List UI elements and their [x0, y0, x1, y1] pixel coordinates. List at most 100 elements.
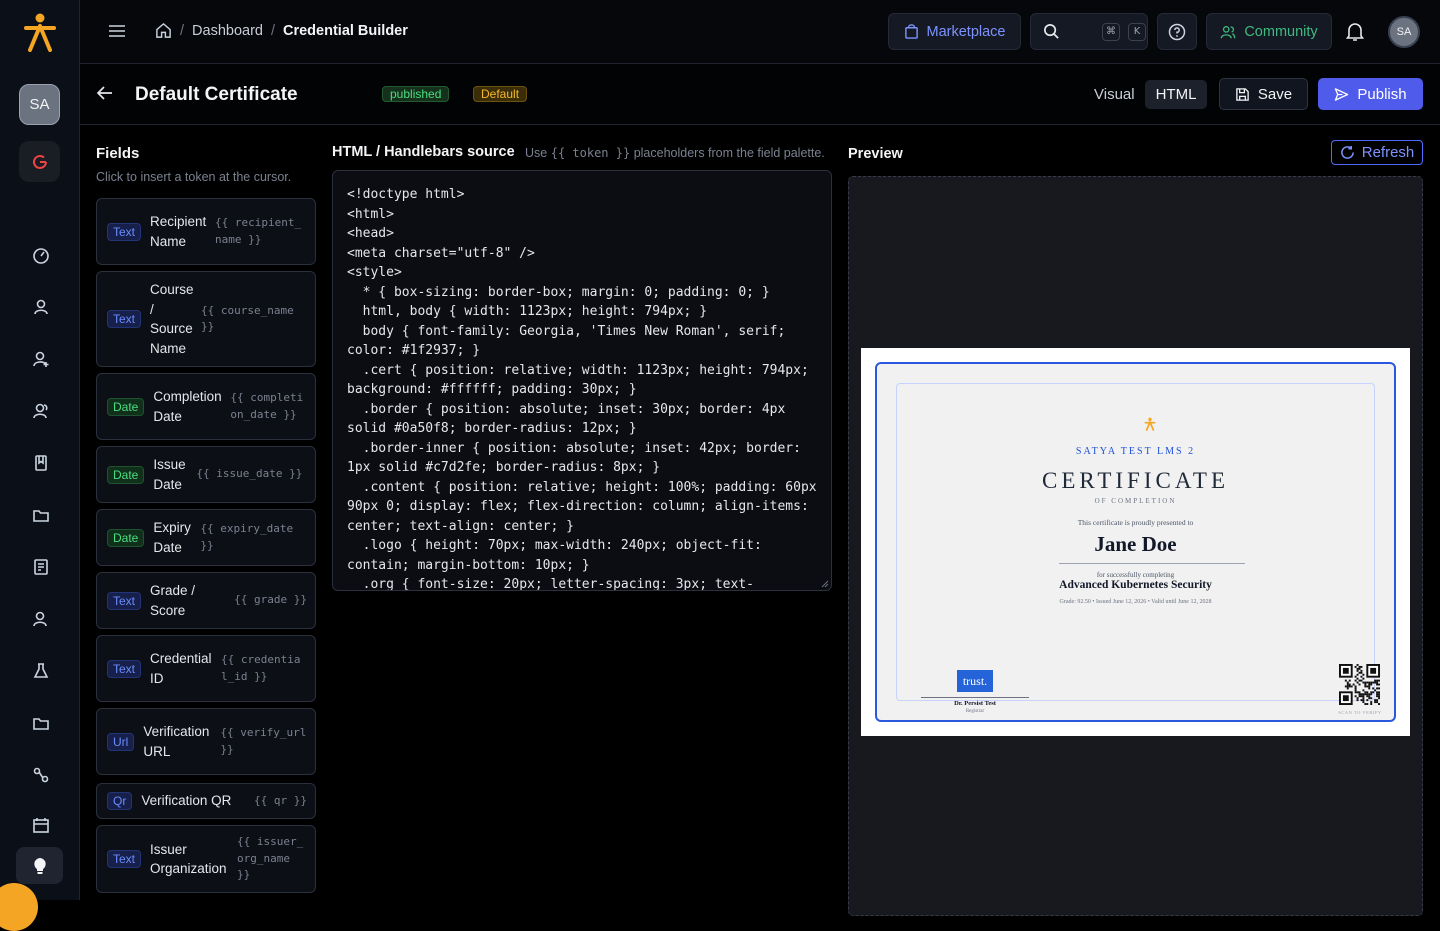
- top-bar: / Dashboard / Credential Builder Marketp…: [80, 0, 1440, 64]
- certificate-for-text: for successfully completing: [1096, 571, 1175, 579]
- community-icon: [1220, 25, 1236, 38]
- field-token: {{ issuer_org_name }}: [237, 835, 304, 882]
- page-header: Default Certificate published Default Vi…: [80, 64, 1440, 125]
- shopping-bag-icon: [904, 24, 918, 39]
- bell-icon[interactable]: [1346, 22, 1364, 42]
- flask-icon[interactable]: [30, 660, 52, 682]
- source-code[interactable]: <!doctype html> <html> <head> <meta char…: [347, 185, 817, 590]
- fields-title: Fields: [96, 145, 140, 162]
- field-item[interactable]: Date Expiry Date {{ expiry_date }}: [96, 509, 316, 566]
- field-item[interactable]: Url Verification URL {{ verify_url }}: [96, 708, 316, 775]
- certificate-presented-text: This certificate is proudly presented to: [1077, 518, 1194, 527]
- help-circle-icon: [1168, 23, 1186, 40]
- user-add-icon[interactable]: [30, 348, 52, 370]
- menu-icon[interactable]: [108, 22, 126, 40]
- left-rail: SA: [0, 0, 80, 931]
- group-icon[interactable]: [30, 608, 52, 630]
- field-item[interactable]: Text Credential ID {{ credential_id }}: [96, 635, 316, 702]
- preview-title: Preview: [848, 146, 903, 162]
- status-badge: published: [382, 86, 450, 102]
- lightbulb-icon: [33, 857, 46, 874]
- community-label: Community: [1244, 23, 1318, 40]
- source-editor[interactable]: <!doctype html> <html> <head> <meta char…: [332, 170, 832, 591]
- google-icon: [32, 154, 47, 169]
- save-button[interactable]: Save: [1219, 78, 1308, 110]
- certificate-subtitle: OF COMPLETION: [1094, 497, 1177, 505]
- page-title: Default Certificate: [135, 84, 298, 105]
- breadcrumb-dashboard[interactable]: Dashboard: [192, 23, 263, 39]
- field-label: Issue Date: [153, 457, 186, 492]
- signer-name: Dr. Persist Test: [954, 700, 996, 707]
- field-token: {{ qr }}: [254, 793, 307, 807]
- home-icon[interactable]: [155, 22, 172, 39]
- field-type-badge: Text: [107, 850, 142, 868]
- google-button[interactable]: [19, 141, 60, 182]
- shortcut-key-k: K: [1128, 22, 1146, 41]
- resize-handle-icon[interactable]: [821, 580, 829, 588]
- user-icon[interactable]: [30, 296, 52, 318]
- workflow-icon[interactable]: [30, 764, 52, 786]
- field-token: {{ credential_id }}: [221, 653, 301, 683]
- publish-button[interactable]: Publish: [1318, 78, 1423, 110]
- qr-code-icon: [1339, 664, 1380, 705]
- issuer-logo: trust.: [957, 670, 993, 692]
- source-hint-token: {{ token }}: [550, 146, 631, 160]
- refresh-button[interactable]: Refresh: [1331, 140, 1423, 165]
- refresh-icon: [1340, 145, 1354, 159]
- field-type-badge: Url: [107, 732, 135, 751]
- field-label: Credential ID: [150, 651, 212, 686]
- field-label: Verification QR: [141, 793, 232, 809]
- users-icon[interactable]: [30, 400, 52, 422]
- certificate-divider: [1059, 563, 1245, 564]
- rail-avatar[interactable]: SA: [19, 84, 60, 125]
- certificate-org: SATYA TEST LMS 2: [1075, 446, 1196, 457]
- app-logo-icon[interactable]: [22, 12, 58, 52]
- lightbulb-button[interactable]: [16, 847, 63, 884]
- signer-role: Registrar: [965, 709, 985, 714]
- field-label: Expiry Date: [153, 520, 191, 555]
- marketplace-button[interactable]: Marketplace: [888, 13, 1021, 50]
- field-item[interactable]: Date Completion Date {{ completion_date …: [96, 373, 316, 440]
- field-type-badge: Date: [107, 397, 145, 416]
- back-arrow-icon[interactable]: [96, 84, 114, 102]
- folder-icon[interactable]: [30, 504, 52, 526]
- certificate-preview: SATYA TEST LMS 2 CERTIFICATE OF COMPLETI…: [861, 348, 1410, 736]
- search-button[interactable]: ⌘ K: [1030, 13, 1148, 50]
- field-item[interactable]: Date Issue Date {{ issue_date }}: [96, 446, 316, 503]
- tab-visual[interactable]: Visual: [1094, 86, 1135, 103]
- breadcrumb-separator: /: [180, 22, 185, 39]
- shortcut-key-cmd: ⌘: [1102, 22, 1120, 41]
- certificate-title: CERTIFICATE: [1041, 468, 1229, 493]
- source-title: HTML / Handlebars source: [332, 144, 515, 160]
- certificate-recipient: Jane Doe: [1094, 532, 1177, 556]
- book-icon[interactable]: [30, 452, 52, 474]
- dashboard-icon[interactable]: [30, 244, 52, 266]
- folder-icon[interactable]: [30, 712, 52, 734]
- send-icon: [1335, 87, 1349, 101]
- field-token: {{ completion_date }}: [230, 391, 304, 421]
- report-icon[interactable]: [30, 556, 52, 578]
- certificate-logo-icon: [1144, 417, 1156, 431]
- field-label: Verification URL: [143, 724, 210, 759]
- field-token: {{ grade }}: [234, 593, 307, 607]
- field-item[interactable]: Text Issuer Organization {{ issuer_org_n…: [96, 825, 316, 893]
- help-button[interactable]: [1157, 13, 1197, 50]
- field-item[interactable]: Qr Verification QR {{ qr }}: [96, 783, 316, 819]
- field-token: {{ issue_date }}: [196, 467, 303, 481]
- community-button[interactable]: Community: [1206, 13, 1332, 50]
- tab-html[interactable]: HTML: [1145, 80, 1207, 109]
- field-type-badge: Date: [107, 528, 145, 547]
- certificate-meta: Grade: 92.50 • Issued June 12, 2026 • Va…: [1059, 599, 1212, 605]
- breadcrumb-separator: /: [270, 22, 275, 39]
- user-avatar[interactable]: SA: [1388, 16, 1420, 48]
- field-label: Recipient Name: [150, 214, 207, 249]
- certificate-course: Advanced Kubernetes Security: [1059, 579, 1212, 591]
- source-hint: Use {{ token }} placeholders from the fi…: [525, 146, 825, 160]
- field-item[interactable]: Text Recipient Name {{ recipient_name }}: [96, 198, 316, 265]
- refresh-label: Refresh: [1361, 144, 1415, 161]
- help-bubble[interactable]: [0, 883, 38, 931]
- calendar-icon[interactable]: [30, 814, 52, 836]
- source-hint-prefix: Use: [525, 146, 548, 160]
- field-item[interactable]: Text Grade / Score {{ grade }}: [96, 572, 316, 629]
- field-item[interactable]: Text Course / Source Name {{ course_name…: [96, 271, 316, 367]
